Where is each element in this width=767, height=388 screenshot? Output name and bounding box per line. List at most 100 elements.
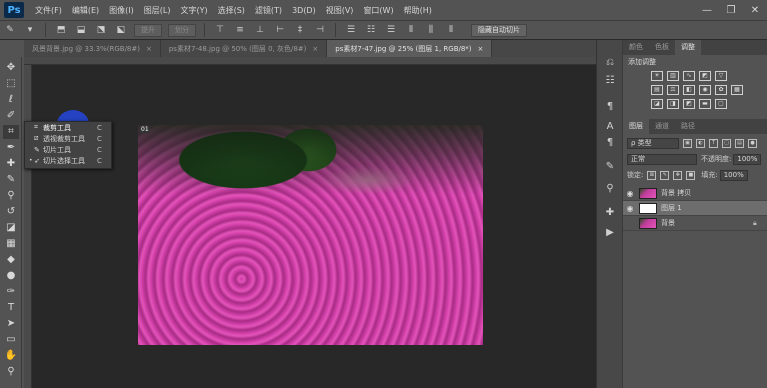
shape-filter-icon[interactable]: ▢ (722, 138, 731, 148)
menu-window[interactable]: 窗口(W) (358, 5, 398, 16)
curves-icon[interactable]: ∿ (683, 71, 695, 81)
zoom-tool-icon[interactable]: ⚲ (3, 365, 19, 379)
align-bottom-icon[interactable]: ⊥ (253, 24, 267, 36)
layer-row-layer-1[interactable]: ◉ 图层 1 (623, 201, 767, 216)
adjustment-filter-icon[interactable]: ◐ (696, 138, 705, 148)
type-tool-icon[interactable]: T (3, 301, 19, 315)
photo-filter-icon[interactable]: ◉ (699, 85, 711, 95)
clone-stamp-tool-icon[interactable]: ⚲ (3, 189, 19, 203)
tab-adjustments[interactable]: 调整 (675, 40, 701, 55)
smart-object-filter-icon[interactable]: ▤ (735, 138, 744, 148)
arrange-bottom-icon[interactable]: ⬕ (114, 24, 128, 36)
exposure-icon[interactable]: ◩ (699, 71, 711, 81)
close-tab-icon[interactable]: × (478, 45, 484, 53)
tab-color[interactable]: 颜色 (623, 40, 649, 55)
filter-toggle-icon[interactable]: ● (748, 138, 757, 148)
layer-row-background[interactable]: 背景 🔒︎ (623, 216, 767, 231)
rectangle-tool-icon[interactable]: ▭ (3, 333, 19, 347)
preset-dropdown-arrow-icon[interactable]: ▾ (23, 24, 37, 36)
lasso-tool-icon[interactable]: ℓ (3, 93, 19, 107)
vertical-ruler[interactable] (24, 65, 32, 388)
selective-color-icon[interactable]: ▢ (715, 99, 727, 109)
posterize-icon[interactable]: ◨ (667, 99, 679, 109)
close-tab-icon[interactable]: × (312, 45, 318, 53)
distribute-left-icon[interactable]: ⫴ (404, 24, 418, 36)
visibility-eye-icon[interactable]: ◉ (623, 189, 637, 198)
menu-select[interactable]: 选择(S) (213, 5, 250, 16)
lock-transparent-icon[interactable]: ⊠ (647, 170, 657, 180)
flyout-item-slice[interactable]: ✎ 切片工具 C (25, 144, 111, 155)
hide-auto-slices-button[interactable]: 隐藏自动切片 (471, 23, 527, 37)
menu-image[interactable]: 图像(I) (104, 5, 139, 16)
align-left-icon[interactable]: ⊢ (273, 24, 287, 36)
document-image-flower-field[interactable]: 01 (138, 125, 483, 345)
align-middle-icon[interactable]: ≡ (233, 24, 247, 36)
tab-landscape-background[interactable]: 风景背景.jpg @ 33.3%(RGB/8#) × (24, 40, 161, 57)
align-right-icon[interactable]: ⊣ (313, 24, 327, 36)
distribute-right-icon[interactable]: ⫴ (444, 24, 458, 36)
flyout-item-slice-select[interactable]: • ➶ 切片选择工具 C (25, 155, 111, 166)
lock-image-icon[interactable]: ✎ (660, 170, 670, 180)
tab-material-7-47[interactable]: ps素材7-47.jpg @ 25% (图层 1, RGB/8*) × (327, 40, 493, 57)
menu-view[interactable]: 视图(V) (321, 5, 359, 16)
color-lookup-icon[interactable]: ▦ (731, 85, 743, 95)
tab-material-7-48[interactable]: ps素材7-48.jpg @ 50% (图层 0, 灰色/8#) × (161, 40, 328, 57)
distribute-middle-icon[interactable]: ☷ (364, 24, 378, 36)
eraser-tool-icon[interactable]: ◪ (3, 221, 19, 235)
close-button[interactable]: ✕ (743, 5, 767, 16)
brush-tool-icon[interactable]: ✎ (3, 173, 19, 187)
hue-saturation-icon[interactable]: ▤ (651, 85, 663, 95)
arrange-down-icon[interactable]: ⬔ (94, 24, 108, 36)
levels-icon[interactable]: ▥ (667, 71, 679, 81)
character-panel-icon[interactable]: A (602, 120, 618, 134)
distribute-center-icon[interactable]: ⫼ (424, 24, 438, 36)
tool-presets-icon[interactable]: ✚ (602, 206, 618, 220)
arrange-up-icon[interactable]: ⬓ (74, 24, 88, 36)
quick-select-tool-icon[interactable]: ✐ (3, 109, 19, 123)
gradient-tool-icon[interactable]: ▦ (3, 237, 19, 251)
fill-field[interactable]: 100% (719, 169, 748, 181)
menu-layer[interactable]: 图层(L) (139, 5, 176, 16)
vibrance-icon[interactable]: ▽ (715, 71, 727, 81)
tab-layers[interactable]: 图层 (623, 119, 649, 134)
gradient-map-icon[interactable]: ▬ (699, 99, 711, 109)
minimize-button[interactable]: — (695, 5, 719, 16)
lock-position-icon[interactable]: ✥ (673, 170, 683, 180)
menu-filter[interactable]: 滤镜(T) (250, 5, 287, 16)
layer-filter-dropdown[interactable]: ρ 类型 (627, 137, 679, 149)
lock-all-icon[interactable]: ■ (686, 170, 696, 180)
marquee-tool-icon[interactable]: ⬚ (3, 77, 19, 91)
path-selection-tool-icon[interactable]: ➤ (3, 317, 19, 331)
paragraph-panel-icon[interactable]: ¶ (602, 100, 618, 114)
move-tool-icon[interactable]: ✥ (3, 61, 19, 75)
properties-panel-icon[interactable]: ☷ (602, 74, 618, 88)
blend-mode-dropdown[interactable]: 正常 (627, 153, 697, 165)
paragraph-styles-icon[interactable]: ¶ (602, 136, 618, 150)
actions-panel-icon[interactable]: ▶ (602, 226, 618, 240)
flyout-item-perspective-crop[interactable]: ⧄ 透视裁剪工具 C (25, 133, 111, 144)
slice-tool-preset-icon[interactable]: ✎ (3, 24, 17, 36)
divide-button[interactable]: 划分 (168, 23, 196, 37)
menu-edit[interactable]: 编辑(E) (67, 5, 104, 16)
menu-help[interactable]: 帮助(H) (399, 5, 437, 16)
align-top-icon[interactable]: ⊤ (213, 24, 227, 36)
crop-tool-icon[interactable]: ⌗ (3, 125, 19, 139)
eyedropper-tool-icon[interactable]: ✒ (3, 141, 19, 155)
type-filter-icon[interactable]: T (709, 138, 718, 148)
distribute-top-icon[interactable]: ☰ (344, 24, 358, 36)
hand-tool-icon[interactable]: ✋ (3, 349, 19, 363)
pixel-filter-icon[interactable]: ▣ (683, 138, 692, 148)
tab-channels[interactable]: 通道 (649, 119, 675, 134)
align-center-icon[interactable]: ‡ (293, 24, 307, 36)
flyout-item-crop[interactable]: ⌗ 裁剪工具 C (25, 122, 111, 133)
tab-paths[interactable]: 路径 (675, 119, 701, 134)
dodge-tool-icon[interactable]: ● (3, 269, 19, 283)
layer-row-background-copy[interactable]: ◉ 背景 拷贝 (623, 186, 767, 201)
menu-file[interactable]: 文件(F) (30, 5, 67, 16)
blur-tool-icon[interactable]: ◆ (3, 253, 19, 267)
close-tab-icon[interactable]: × (146, 45, 152, 53)
horizontal-ruler[interactable] (24, 57, 612, 65)
history-panel-icon[interactable]: ⎌ (602, 56, 618, 70)
promote-button[interactable]: 提升 (134, 23, 162, 37)
arrange-top-icon[interactable]: ⬒ (54, 24, 68, 36)
